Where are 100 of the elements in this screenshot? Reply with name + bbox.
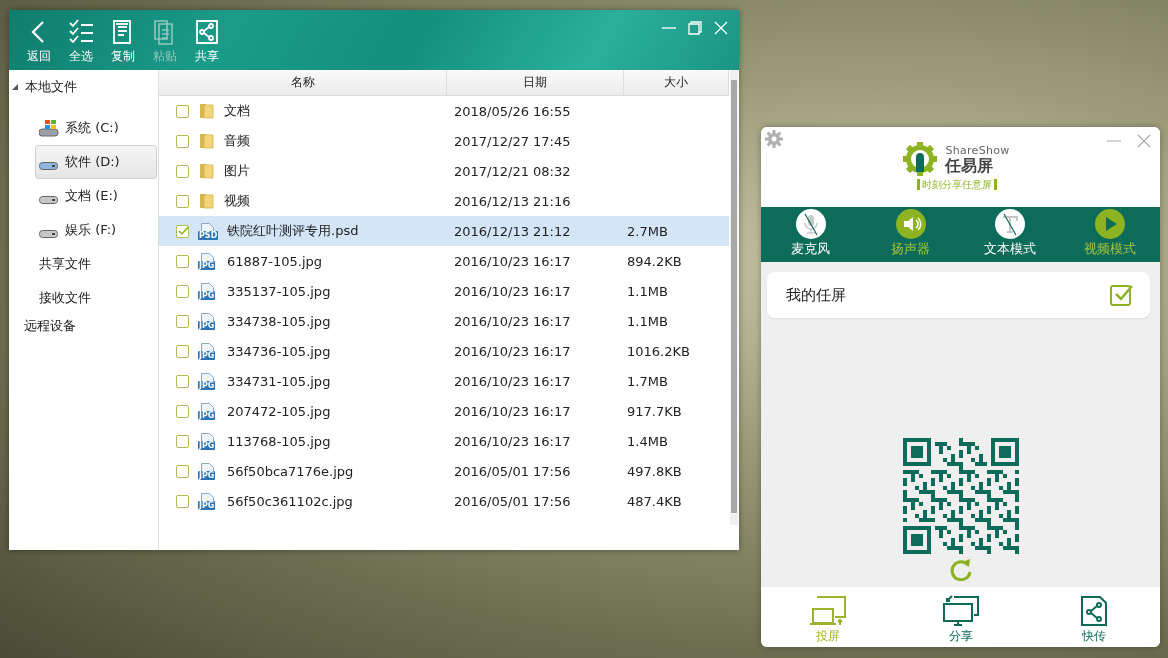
transfer-tab[interactable]: 快传 <box>1027 587 1160 647</box>
drive-icon <box>39 230 59 238</box>
file-row[interactable]: JPG 334731-105.jpg 2016/10/23 16:17 1.7MB <box>159 366 729 396</box>
device-name: 我的任屏 <box>786 285 846 305</box>
file-row[interactable]: JPG 207472-105.jpg 2016/10/23 16:17 917.7KB <box>159 396 729 426</box>
file-row[interactable]: 音频 2017/12/27 17:45 <box>159 126 729 156</box>
sidebar-item[interactable]: 系统 (C:) <box>35 111 157 145</box>
column-header[interactable]: 日期 <box>447 70 624 95</box>
date-cell-text: 2016/10/23 16:17 <box>453 283 572 299</box>
scrollbar[interactable] <box>730 70 738 525</box>
folder-icon <box>198 163 215 179</box>
system-drive-icon <box>39 119 59 137</box>
file-row[interactable]: 文档 2018/05/26 16:55 <box>159 96 729 126</box>
file-name: 视频 <box>224 192 250 210</box>
date-cell-text: 2016/05/01 17:56 <box>453 463 572 479</box>
close-icon[interactable] <box>1136 133 1152 149</box>
size-cell-text: 917.7KB <box>626 403 683 419</box>
file-name: 61887-105.jpg <box>227 253 323 269</box>
folder-icon <box>198 193 215 209</box>
file-row[interactable]: JPG 61887-105.jpg 2016/10/23 16:17 894.2KB <box>159 246 729 276</box>
date-cell-text: 2016/10/23 16:17 <box>453 433 572 449</box>
sidebar-item[interactable]: 接收文件 <box>35 281 157 315</box>
share-screen-tab[interactable]: 分享 <box>894 587 1027 647</box>
size-cell-text: 1.7MB <box>626 373 669 389</box>
checkbox[interactable] <box>176 194 189 208</box>
file-name: 207472-105.jpg <box>227 403 331 419</box>
text-toggle[interactable]: 文本模式 <box>960 207 1061 262</box>
brand-name: ShareShow <box>945 143 1010 157</box>
file-name: 文档 <box>224 102 250 120</box>
checkbox[interactable] <box>176 314 189 328</box>
column-header[interactable]: 大小 <box>624 70 729 95</box>
checkbox[interactable] <box>176 134 189 148</box>
sidebar-item[interactable]: 软件 (D:) <box>35 145 157 179</box>
size-cell-text: 894.2KB <box>626 253 683 269</box>
checkbox[interactable] <box>176 464 189 478</box>
maximize-icon[interactable] <box>687 20 703 36</box>
scrollbar-thumb[interactable] <box>731 80 737 513</box>
checkbox[interactable] <box>1110 284 1134 306</box>
checkbox[interactable] <box>176 164 189 178</box>
file-name: 335137-105.jpg <box>227 283 331 299</box>
size-cell-text: 1.1MB <box>626 283 669 299</box>
date-cell-text: 2016/12/13 21:12 <box>453 223 572 239</box>
copy-button[interactable]: 复制 <box>105 19 141 65</box>
sidebar-item[interactable]: 远程设备 <box>9 315 158 337</box>
date-cell-text: 2016/10/23 16:17 <box>453 313 572 329</box>
select-all-button[interactable]: 全选 <box>63 19 99 65</box>
size-cell-text: 1016.2KB <box>626 343 691 359</box>
checkbox[interactable] <box>176 404 189 418</box>
checkbox[interactable] <box>176 434 189 448</box>
column-header[interactable]: 名称 <box>159 70 447 95</box>
expand-arrow-icon[interactable] <box>11 83 19 91</box>
sidebar-label: 远程设备 <box>24 317 76 335</box>
sidebar-item[interactable]: 共享文件 <box>35 247 157 281</box>
tagline: 时刻分享任意屏 <box>916 179 997 190</box>
file-row[interactable]: JPG 56f50c361102c.jpg 2016/05/01 17:56 487.4KB <box>159 486 729 516</box>
folder-icon <box>198 133 215 149</box>
file-row[interactable]: JPG 334738-105.jpg 2016/10/23 16:17 1.1MB <box>159 306 729 336</box>
sidebar-label: 文档 (E:) <box>65 187 118 205</box>
date-cell-text: 2016/12/13 21:16 <box>453 193 572 209</box>
device-card[interactable]: 我的任屏 <box>767 272 1150 318</box>
sidebar-label: 本地文件 <box>25 78 77 96</box>
sidebar-label: 娱乐 (F:) <box>65 221 117 239</box>
file-name: 113768-105.jpg <box>227 433 331 449</box>
settings-icon[interactable] <box>765 130 783 148</box>
drive-icon <box>39 162 59 170</box>
checkbox[interactable] <box>176 104 189 118</box>
speaker-icon <box>895 209 926 239</box>
date-cell-text: 2016/05/01 17:56 <box>453 493 572 509</box>
file-name: 图片 <box>224 162 250 180</box>
microphone-toggle[interactable]: 麦克风 <box>761 207 861 262</box>
date-cell-text: 2017/12/27 17:45 <box>453 133 572 149</box>
file-row[interactable]: 图片 2017/12/21 08:32 <box>159 156 729 186</box>
sidebar-label: 系统 (C:) <box>65 119 119 137</box>
checkbox[interactable] <box>176 374 189 388</box>
sidebar-label: 软件 (D:) <box>65 153 120 171</box>
date-cell-text: 2016/10/23 16:17 <box>453 343 572 359</box>
sidebar-item[interactable]: 本地文件 <box>9 76 158 98</box>
date-cell-text: 2018/05/26 16:55 <box>453 103 572 119</box>
checkbox[interactable] <box>176 494 189 508</box>
cast-icon <box>808 595 847 627</box>
back-button[interactable]: 返回 <box>21 19 57 65</box>
file-row[interactable]: JPG 113768-105.jpg 2016/10/23 16:17 1.4MB <box>159 426 729 456</box>
app-logo-icon <box>903 142 938 176</box>
size-cell-text: 2.7MB <box>626 223 669 239</box>
file-row[interactable]: JPG 56f50bca7176e.jpg 2016/05/01 17:56 497.8KB <box>159 456 729 486</box>
file-row[interactable]: JPG 334736-105.jpg 2016/10/23 16:17 1016.2KB <box>159 336 729 366</box>
file-row[interactable]: 视频 2016/12/13 21:16 <box>159 186 729 216</box>
file-name: 334738-105.jpg <box>227 313 331 329</box>
size-cell-text: 497.8KB <box>626 463 683 479</box>
checkbox[interactable] <box>176 284 189 298</box>
file-name: 334736-105.jpg <box>227 343 331 359</box>
file-row[interactable]: JPG 335137-105.jpg 2016/10/23 16:17 1.1MB <box>159 276 729 306</box>
checkbox[interactable] <box>176 224 189 238</box>
size-cell-text: 1.1MB <box>626 313 669 329</box>
sidebar-item[interactable]: 娱乐 (F:) <box>35 213 157 247</box>
sidebar-item[interactable]: 文档 (E:) <box>35 179 157 213</box>
file-row[interactable]: PSD 铁院红叶测评专用.psd 2016/12/13 21:12 2.7MB <box>159 216 729 246</box>
date-cell-text: 2016/10/23 16:17 <box>453 403 572 419</box>
checkbox[interactable] <box>176 254 189 268</box>
checkbox[interactable] <box>176 344 189 358</box>
